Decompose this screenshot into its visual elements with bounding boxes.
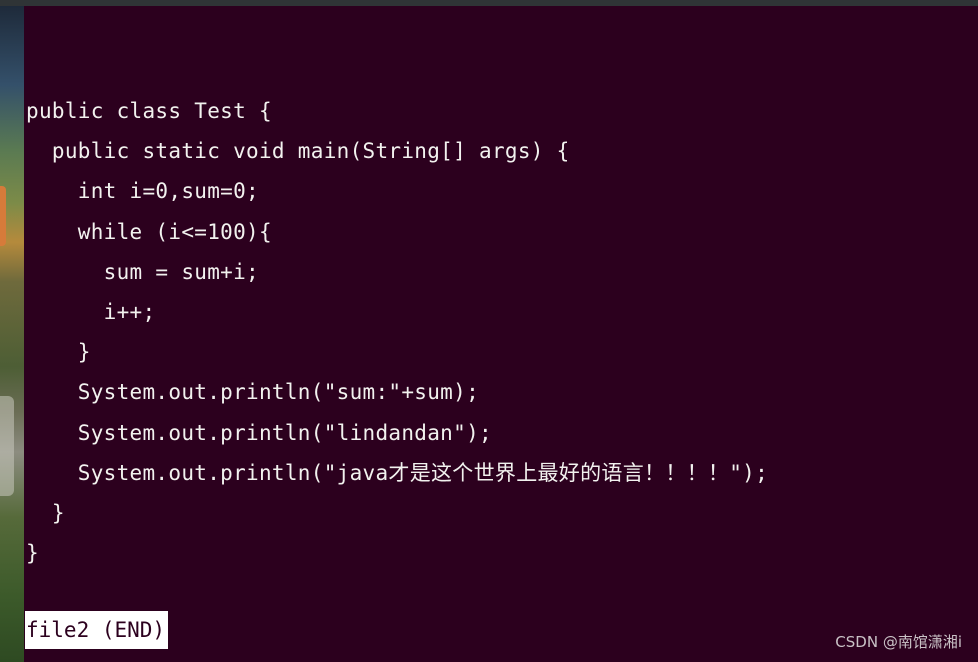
code-line: public class Test { [26, 99, 272, 123]
code-line: sum = sum+i; [26, 259, 259, 284]
code-line: } [26, 500, 65, 525]
code-line: } [26, 340, 91, 365]
dock-icon-fragment [0, 186, 6, 246]
code-line: System.out.println("lindandan"); [26, 420, 492, 445]
code-line: i++; [26, 299, 156, 324]
code-line: public static void main(String[] args) { [26, 139, 570, 164]
code-line: } [26, 541, 39, 566]
watermark: CSDN @南馆潇湘i [835, 633, 962, 651]
code-line: while (i<=100){ [26, 219, 272, 244]
code-line: System.out.println("java才是这个世界上最好的语言！！！！… [26, 460, 769, 485]
desktop-panel-fragment [0, 396, 14, 496]
pager-status-line: file2 (END) [25, 611, 169, 649]
code-line: System.out.println("sum:"+sum); [26, 380, 480, 405]
code-line: int i=0,sum=0; [26, 179, 259, 204]
pager-text-area: public class Test { public static void m… [26, 91, 768, 573]
desktop-wallpaper-edge [0, 6, 24, 662]
